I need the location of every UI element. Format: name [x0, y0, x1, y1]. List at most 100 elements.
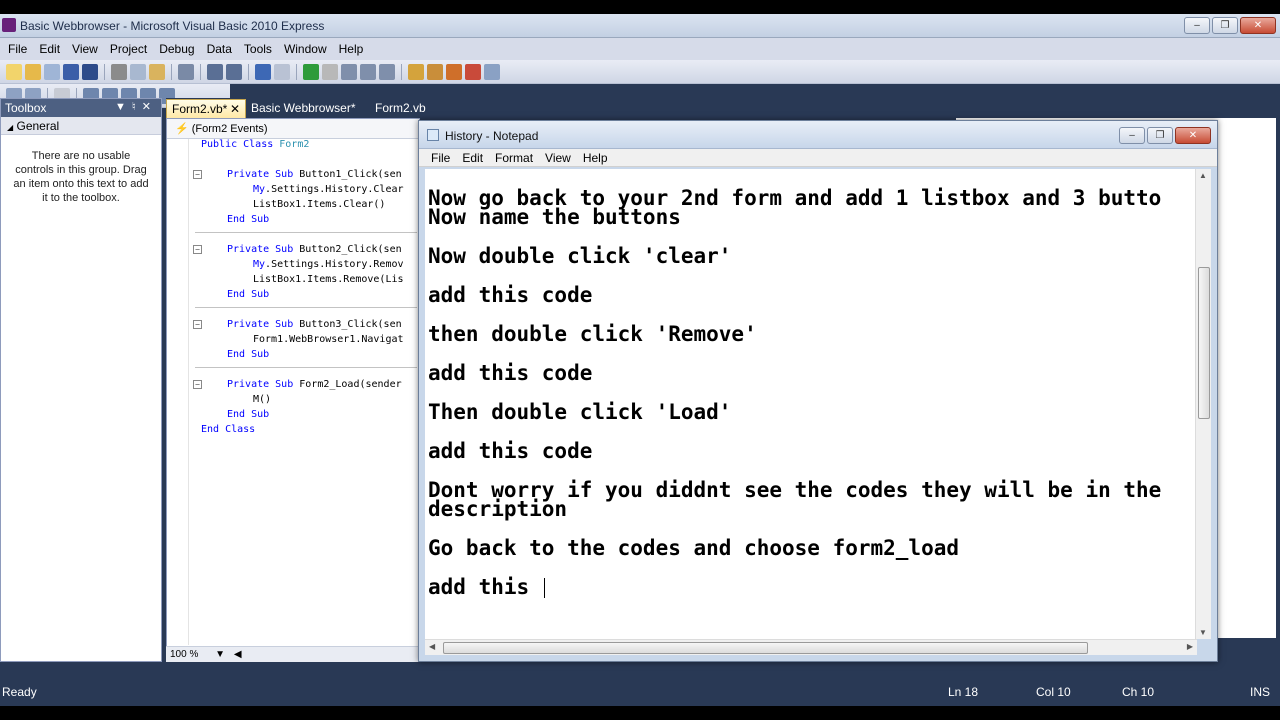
- toolbox-icon[interactable]: [465, 63, 481, 80]
- paste-icon[interactable]: [149, 63, 165, 80]
- step-over-icon[interactable]: [360, 63, 376, 80]
- zoom-level[interactable]: 100 %: [170, 649, 198, 660]
- zoom-dropdown-icon[interactable]: ▼: [215, 649, 225, 660]
- code-line[interactable]: End Class: [201, 422, 255, 437]
- notepad-line: Now double click 'clear': [428, 244, 732, 268]
- minimize-button[interactable]: –: [1184, 17, 1210, 34]
- notepad-icon: [427, 129, 439, 141]
- code-line[interactable]: Form1.WebBrowser1.Navigat: [253, 332, 404, 347]
- open-file-icon[interactable]: [25, 63, 41, 80]
- code-line[interactable]: M(): [253, 392, 271, 407]
- code-line[interactable]: Private Sub Button2_Click(sen: [227, 242, 402, 257]
- np-menu-format[interactable]: Format: [489, 151, 539, 165]
- code-line[interactable]: End Sub: [227, 407, 269, 422]
- menu-tools[interactable]: Tools: [238, 42, 278, 56]
- stop-icon[interactable]: [322, 63, 338, 80]
- text-caret: [543, 578, 545, 598]
- tab-form2-design[interactable]: Form2.vb: [370, 99, 431, 118]
- fold-toggle-icon[interactable]: −: [193, 320, 202, 329]
- save-all-icon[interactable]: [82, 63, 98, 80]
- code-line[interactable]: My.Settings.History.Remov: [253, 257, 404, 272]
- notepad-maximize-button[interactable]: ❐: [1147, 127, 1173, 144]
- standard-toolbar: [0, 60, 1280, 84]
- notepad-title-bar[interactable]: History - Notepad – ❐ ✕: [419, 121, 1217, 149]
- undo-icon[interactable]: [255, 63, 271, 80]
- pin-icon[interactable]: ♮: [132, 101, 142, 113]
- np-menu-view[interactable]: View: [539, 151, 577, 165]
- properties-icon[interactable]: [427, 63, 443, 80]
- code-line[interactable]: Public Class Form2: [201, 139, 309, 152]
- menu-view[interactable]: View: [66, 42, 104, 56]
- step-out-icon[interactable]: [379, 63, 395, 80]
- code-line[interactable]: Private Sub Form2_Load(sender: [227, 377, 402, 392]
- code-area[interactable]: Public Class Form2 Private Sub Button1_Cl…: [167, 139, 419, 645]
- save-icon[interactable]: [63, 63, 79, 80]
- object-browser-icon[interactable]: [446, 63, 462, 80]
- toolbox-group-general[interactable]: ◢ General: [1, 117, 161, 135]
- fold-toggle-icon[interactable]: −: [193, 170, 202, 179]
- status-column: Col 10: [1036, 685, 1071, 699]
- tab-form2-code[interactable]: Form2.vb* ✕: [166, 99, 246, 118]
- menu-help[interactable]: Help: [333, 42, 370, 56]
- horizontal-scroll-thumb[interactable]: [443, 642, 1088, 654]
- fold-toggle-icon[interactable]: −: [193, 245, 202, 254]
- start-debugging-icon[interactable]: [303, 63, 319, 80]
- find-icon[interactable]: [178, 63, 194, 80]
- notepad-line: add this code: [428, 283, 593, 307]
- menu-project[interactable]: Project: [104, 42, 153, 56]
- extension-manager-icon[interactable]: [484, 63, 500, 80]
- np-menu-file[interactable]: File: [425, 151, 456, 165]
- step-into-icon[interactable]: [341, 63, 357, 80]
- notepad-line: description: [428, 497, 568, 521]
- np-menu-help[interactable]: Help: [577, 151, 614, 165]
- code-line[interactable]: Private Sub Button1_Click(sen: [227, 167, 402, 182]
- tab-basic-webbrowser[interactable]: Basic Webbrowser*: [246, 99, 360, 118]
- scroll-left-icon[interactable]: ◀: [429, 642, 435, 651]
- events-icon: ⚡: [175, 123, 189, 135]
- code-line[interactable]: End Sub: [227, 287, 269, 302]
- scroll-down-icon[interactable]: ▼: [1199, 628, 1207, 637]
- vs-title-bar[interactable]: Basic Webbrowser - Microsoft Visual Basi…: [0, 14, 1280, 38]
- collapse-icon: ◢: [7, 123, 14, 132]
- scroll-right-icon[interactable]: ▶: [1187, 642, 1193, 651]
- notepad-text-area[interactable]: Now go back to your 2nd form and add 1 l…: [425, 169, 1197, 639]
- toolbox-panel: Toolbox ▼♮✕ ◢ General There are no usabl…: [0, 98, 162, 662]
- scroll-left-icon[interactable]: ◀: [234, 649, 242, 660]
- events-dropdown[interactable]: ⚡ (Form2 Events): [167, 119, 419, 139]
- fold-toggle-icon[interactable]: −: [193, 380, 202, 389]
- code-editor[interactable]: ⚡ (Form2 Events) Public Class Form2 Priva…: [166, 118, 420, 648]
- menu-edit[interactable]: Edit: [33, 42, 66, 56]
- close-icon[interactable]: ✕: [230, 102, 240, 116]
- code-line[interactable]: ListBox1.Items.Clear(): [253, 197, 385, 212]
- code-line[interactable]: ListBox1.Items.Remove(Lis: [253, 272, 404, 287]
- uncomment-icon[interactable]: [226, 63, 242, 80]
- comment-icon[interactable]: [207, 63, 223, 80]
- solution-explorer-icon[interactable]: [408, 63, 424, 80]
- cut-icon[interactable]: [111, 63, 127, 80]
- close-icon[interactable]: ✕: [142, 101, 157, 113]
- np-menu-edit[interactable]: Edit: [456, 151, 489, 165]
- vertical-scrollbar[interactable]: ▲ ▼: [1195, 169, 1211, 639]
- code-line[interactable]: My.Settings.History.Clear: [253, 182, 404, 197]
- menu-data[interactable]: Data: [201, 42, 238, 56]
- new-project-icon[interactable]: [6, 63, 22, 80]
- notepad-close-button[interactable]: ✕: [1175, 127, 1211, 144]
- redo-icon[interactable]: [274, 63, 290, 80]
- menu-window[interactable]: Window: [278, 42, 333, 56]
- status-line: Ln 18: [948, 685, 979, 699]
- code-line[interactable]: Private Sub Button3_Click(sen: [227, 317, 402, 332]
- menu-file[interactable]: File: [2, 42, 33, 56]
- menu-debug[interactable]: Debug: [153, 42, 200, 56]
- add-item-icon[interactable]: [44, 63, 60, 80]
- scroll-up-icon[interactable]: ▲: [1199, 171, 1207, 180]
- code-line[interactable]: End Sub: [227, 347, 269, 362]
- vertical-scroll-thumb[interactable]: [1198, 267, 1210, 419]
- notepad-minimize-button[interactable]: –: [1119, 127, 1145, 144]
- maximize-button[interactable]: ❐: [1212, 17, 1238, 34]
- horizontal-scrollbar[interactable]: ◀ ▶: [425, 639, 1197, 655]
- close-button[interactable]: ✕: [1240, 17, 1276, 34]
- code-line[interactable]: End Sub: [227, 212, 269, 227]
- notepad-line: then double click 'Remove': [428, 322, 757, 346]
- dropdown-icon[interactable]: ▼: [115, 101, 132, 113]
- copy-icon[interactable]: [130, 63, 146, 80]
